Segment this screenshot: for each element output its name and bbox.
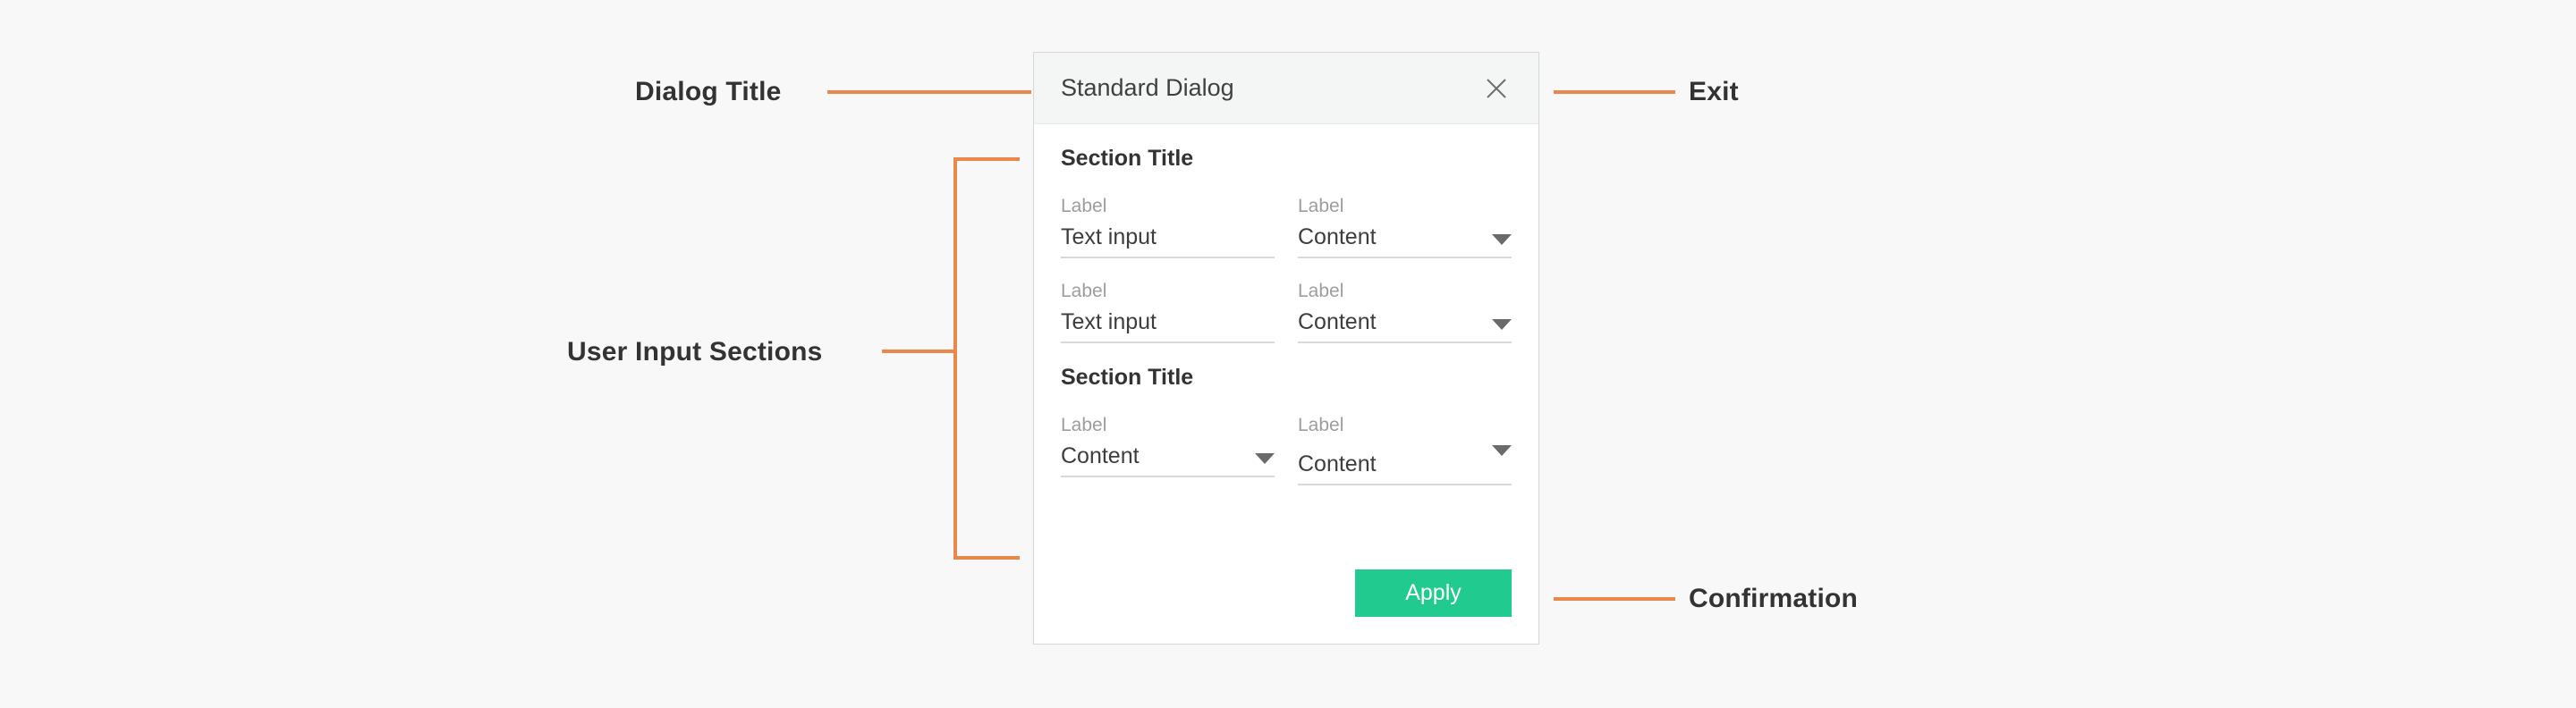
field-label: Label <box>1298 416 1512 434</box>
field-value: Content <box>1298 226 1485 249</box>
form-section: Section Title Label Text input Label Con… <box>1061 148 1512 343</box>
field-dropdown: Label Content <box>1298 416 1512 485</box>
dialog-body: Section Title Label Text input Label Con… <box>1034 124 1538 560</box>
standard-dialog: Standard Dialog Section Title Label Text… <box>1033 52 1539 645</box>
annotation-user-input-sections: User Input Sections <box>567 339 823 366</box>
close-button[interactable] <box>1478 70 1515 107</box>
section-title: Section Title <box>1061 367 1512 389</box>
dialog-title: Standard Dialog <box>1061 76 1478 100</box>
chevron-down-icon <box>1492 234 1512 245</box>
field-text-input: Label Text input <box>1061 197 1275 258</box>
section-title: Section Title <box>1061 148 1512 170</box>
field-label: Label <box>1298 282 1512 300</box>
leader-line-exit <box>1554 90 1675 94</box>
dialog-header: Standard Dialog <box>1034 53 1538 124</box>
leader-line-confirmation <box>1554 597 1675 601</box>
leader-line-dialog-title <box>827 90 1031 94</box>
field-value: Content <box>1061 445 1248 468</box>
dialog-footer: Apply <box>1034 560 1538 644</box>
dropdown-select[interactable]: Content <box>1298 445 1512 485</box>
chevron-down-icon <box>1492 445 1512 456</box>
field-value: Content <box>1298 453 1485 476</box>
field-row: Label Text input Label Content <box>1061 197 1512 258</box>
field-value: Content <box>1298 311 1485 333</box>
field-row: Label Text input Label Content <box>1061 282 1512 343</box>
field-dropdown: Label Content <box>1061 416 1275 485</box>
chevron-down-icon <box>1492 319 1512 330</box>
annotation-confirmation: Confirmation <box>1689 586 1858 612</box>
text-input[interactable]: Text input <box>1061 311 1275 343</box>
form-section: Section Title Label Content Label Conten… <box>1061 367 1512 485</box>
dropdown-select[interactable]: Content <box>1298 226 1512 258</box>
field-label: Label <box>1298 197 1512 215</box>
close-icon <box>1484 76 1509 101</box>
annotation-exit: Exit <box>1689 79 1739 105</box>
field-label: Label <box>1061 197 1275 215</box>
field-dropdown: Label Content <box>1298 282 1512 343</box>
field-value: Text input <box>1061 311 1275 333</box>
dropdown-select[interactable]: Content <box>1298 311 1512 343</box>
field-row: Label Content Label Content <box>1061 416 1512 485</box>
text-input[interactable]: Text input <box>1061 226 1275 258</box>
field-label: Label <box>1061 282 1275 300</box>
field-label: Label <box>1061 416 1275 434</box>
dropdown-select[interactable]: Content <box>1061 445 1275 477</box>
field-dropdown: Label Content <box>1298 197 1512 258</box>
annotation-dialog-title: Dialog Title <box>635 79 782 105</box>
apply-button[interactable]: Apply <box>1355 569 1512 617</box>
field-value: Text input <box>1061 226 1275 249</box>
annotation-bracket-user-input-sections <box>953 157 1020 560</box>
chevron-down-icon <box>1255 453 1275 464</box>
field-text-input: Label Text input <box>1061 282 1275 343</box>
leader-line-user-input-sections <box>882 350 955 353</box>
